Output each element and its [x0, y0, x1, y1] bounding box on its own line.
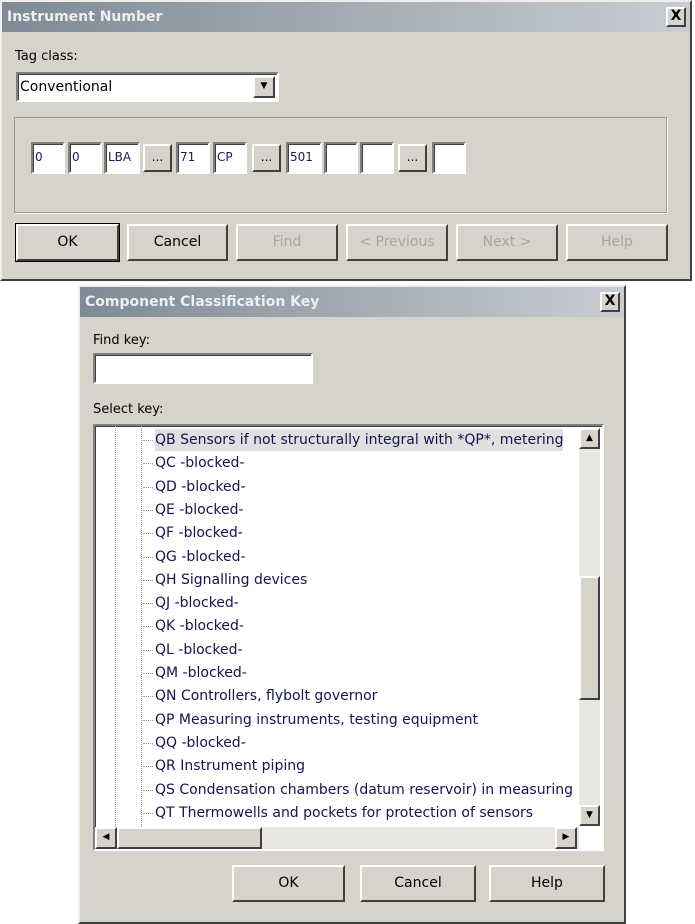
tag-field-2[interactable]: 0 [68, 142, 102, 174]
chevron-down-icon[interactable]: ▼ [253, 76, 275, 98]
tree-item[interactable]: QB Sensors if not structurally integral … [142, 429, 564, 451]
scroll-left-icon[interactable]: ◀ [95, 827, 117, 849]
tag-class-label: Tag class: [15, 49, 78, 64]
tree-line [115, 426, 116, 827]
find-key-input[interactable] [93, 353, 313, 384]
tree-item[interactable]: QD -blocked- [143, 476, 246, 498]
tree-item[interactable]: QQ -blocked- [143, 732, 246, 754]
close-icon[interactable]: X [600, 292, 620, 312]
key-tree[interactable]: QB Sensors if not structurally integral … [93, 424, 604, 851]
tree-item[interactable]: QM -blocked- [143, 662, 247, 684]
tree-item[interactable]: QE -blocked- [143, 499, 244, 521]
tag-field-4[interactable]: 71 [176, 142, 210, 174]
scroll-down-icon[interactable]: ▼ [579, 805, 600, 826]
tree-item[interactable]: QK -blocked- [143, 615, 244, 637]
tag-field-6[interactable]: 501 [286, 142, 322, 174]
tree-item[interactable]: QN Controllers, flybolt governor [142, 685, 377, 707]
tree-line [141, 426, 142, 827]
tag-class-value: Conventional [20, 79, 113, 95]
browse-button-3[interactable]: ... [398, 144, 427, 172]
cancel-button[interactable]: Cancel [360, 865, 476, 902]
tree-item[interactable]: QC -blocked- [143, 452, 245, 474]
tag-field-8[interactable] [360, 142, 394, 174]
close-icon[interactable]: X [666, 7, 686, 27]
tag-class-select[interactable]: Conventional ▼ [16, 72, 279, 102]
horizontal-scrollbar[interactable]: ◀ ▶ [95, 827, 579, 849]
scroll-thumb[interactable] [579, 576, 600, 700]
dialog-title: Instrument Number [2, 2, 690, 32]
vertical-scrollbar[interactable]: ▲ ▼ [579, 428, 600, 826]
tree-item[interactable]: QL -blocked- [143, 639, 243, 661]
tree-item[interactable]: QG -blocked- [143, 546, 246, 568]
tree-item[interactable]: QH Signalling devices [142, 569, 307, 591]
tree-item[interactable]: QS Condensation chambers (datum reservoi… [143, 779, 573, 801]
previous-button[interactable]: < Previous [346, 224, 448, 261]
tag-field-5[interactable]: CP [213, 142, 247, 174]
tag-field-1[interactable]: 0 [31, 142, 65, 174]
next-button[interactable]: Next > [456, 224, 558, 261]
tree-item[interactable]: QJ -blocked- [143, 592, 239, 614]
scroll-right-icon[interactable]: ▶ [555, 827, 577, 849]
find-button[interactable]: Find [236, 224, 338, 261]
tree-item[interactable]: QP Measuring instruments, testing equipm… [143, 709, 478, 731]
instrument-number-dialog: Instrument Number X Tag class: Conventio… [0, 0, 692, 281]
help-button[interactable]: Help [489, 865, 605, 902]
tree-item[interactable]: QR Instrument piping [143, 755, 305, 777]
tag-field-7[interactable] [324, 142, 358, 174]
find-key-label: Find key: [93, 333, 150, 348]
tag-field-3[interactable]: LBA [104, 142, 140, 174]
tree-item[interactable]: QF -blocked- [143, 522, 243, 544]
tag-field-9[interactable] [432, 142, 466, 174]
tree-item[interactable]: QT Thermowells and pockets for protectio… [142, 802, 533, 824]
scroll-up-icon[interactable]: ▲ [579, 428, 600, 449]
ok-button[interactable]: OK [15, 223, 120, 262]
dialog-title: Component Classification Key [80, 287, 624, 317]
scroll-thumb-horizontal[interactable] [117, 827, 262, 849]
cancel-button[interactable]: Cancel [127, 224, 228, 261]
browse-button-1[interactable]: ... [143, 144, 172, 172]
component-classification-key-dialog: Component Classification Key X Find key:… [78, 285, 626, 924]
browse-button-2[interactable]: ... [252, 144, 281, 172]
select-key-label: Select key: [93, 402, 164, 417]
ok-button[interactable]: OK [232, 865, 345, 902]
help-button[interactable]: Help [566, 224, 668, 261]
